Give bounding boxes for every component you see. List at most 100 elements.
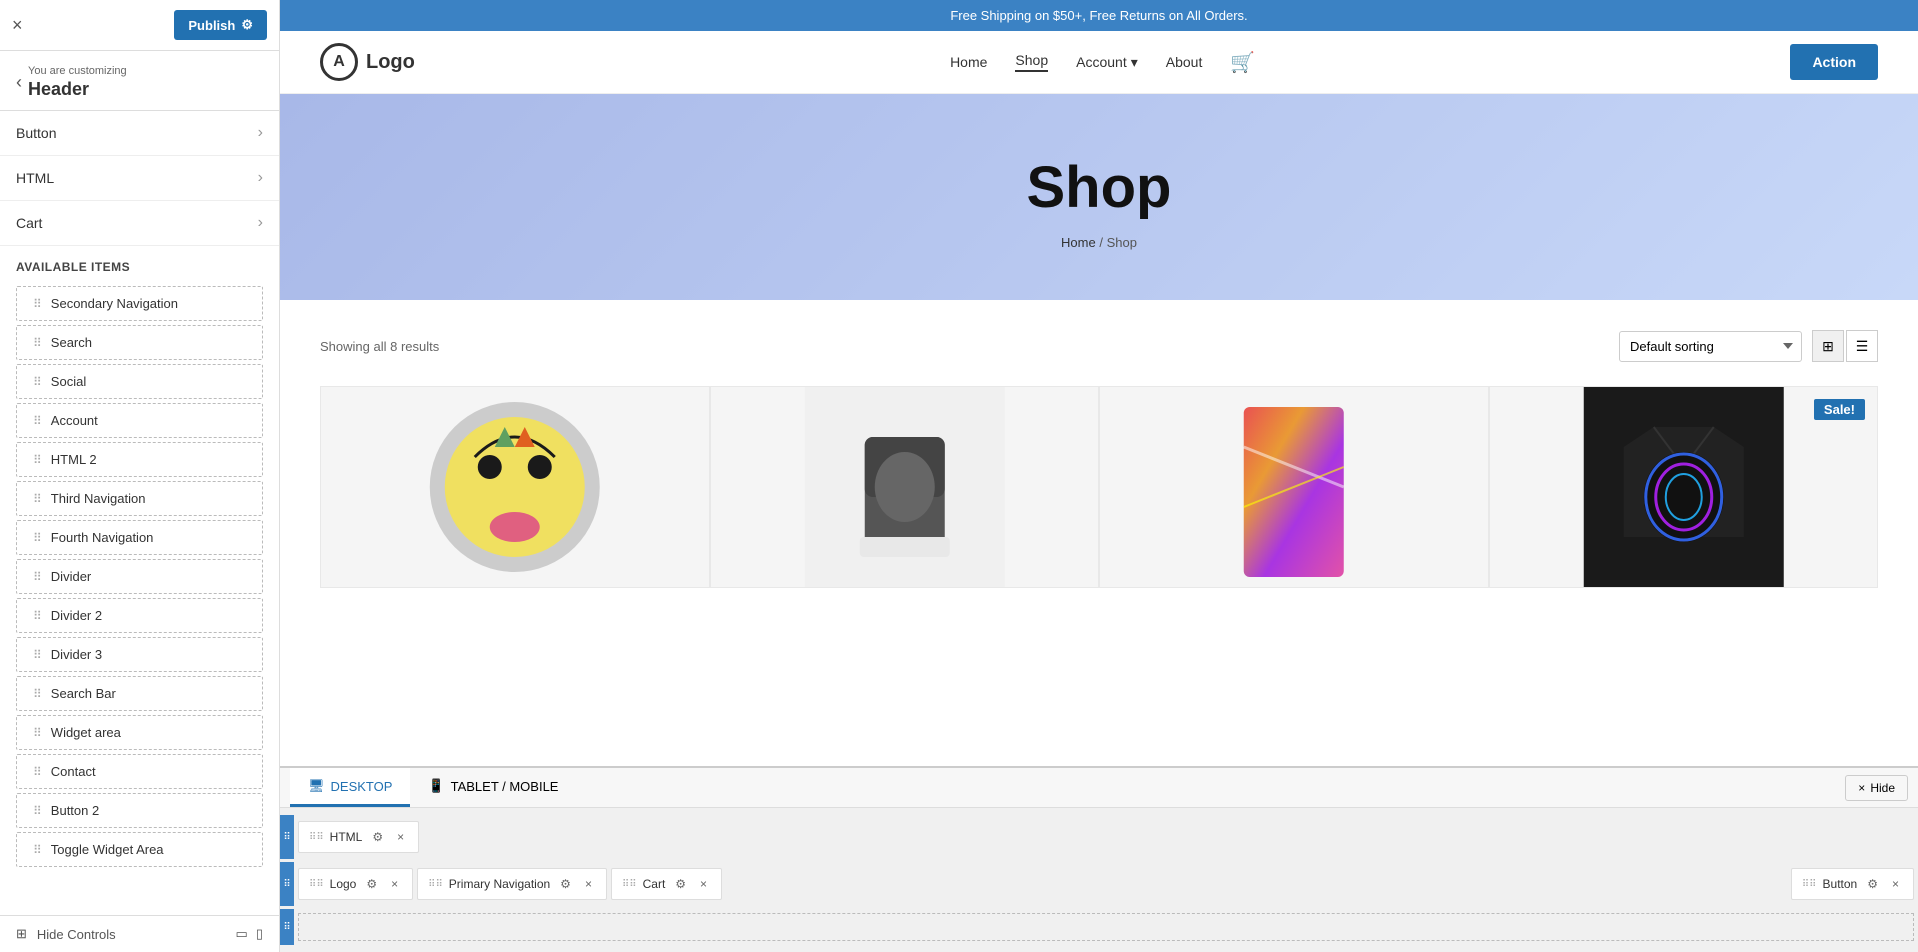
- builder-row-1: ⠿ ⠿⠿ HTML ⚙ ×: [280, 815, 1918, 859]
- product-grid: Sale!: [320, 386, 1878, 588]
- chevron-right-icon: ›: [258, 214, 263, 232]
- drag-handle-icon: ⠿: [33, 492, 43, 506]
- sort-select[interactable]: Default sorting Sort by popularity Sort …: [1619, 331, 1802, 362]
- drag-item-social[interactable]: ⠿Social: [16, 364, 263, 399]
- panel-row-cart[interactable]: Cart ›: [0, 201, 279, 246]
- drag-item-divider[interactable]: ⠿Divider: [16, 559, 263, 594]
- hide-controls-label: Hide Controls: [37, 927, 116, 942]
- row-1-items: ⠿⠿ HTML ⚙ ×: [294, 817, 1918, 857]
- announcement-text: Free Shipping on $50+, Free Returns on A…: [950, 8, 1247, 23]
- panel-sections: Button › HTML › Cart ›: [0, 111, 279, 246]
- shop-title: Shop: [300, 154, 1898, 221]
- drag-item-third-nav[interactable]: ⠿Third Navigation: [16, 481, 263, 516]
- dropdown-arrow-icon: ▾: [1131, 54, 1138, 71]
- nav-item-about[interactable]: About: [1166, 54, 1203, 70]
- logo-remove-button[interactable]: ×: [387, 875, 402, 893]
- customizing-section: ‹ You are customizing Header: [0, 51, 279, 111]
- primary-nav-settings-button[interactable]: ⚙: [556, 875, 575, 893]
- tabs-bar: 🖥 DESKTOP 📱 TABLET / MOBILE × Hide: [280, 768, 1918, 808]
- button-remove-button[interactable]: ×: [1888, 875, 1903, 893]
- row-right-section: ⠿⠿ Button ⚙ ×: [1791, 868, 1914, 900]
- builder-item-logo: ⠿⠿ Logo ⚙ ×: [298, 868, 413, 900]
- drag-item-secondary-nav[interactable]: ⠿Secondary Navigation: [16, 286, 263, 321]
- logo-settings-button[interactable]: ⚙: [362, 875, 381, 893]
- cart-remove-button[interactable]: ×: [696, 875, 711, 893]
- hide-controls-bar[interactable]: ⊞ Hide Controls ▭ ▯: [0, 915, 279, 952]
- main-nav: Home Shop Account ▾ About 🛒: [950, 50, 1255, 75]
- drag-item-toggle-widget[interactable]: ⠿Toggle Widget Area: [16, 832, 263, 867]
- drag-handle-icon: ⠿: [33, 453, 43, 467]
- drag-item-fourth-nav[interactable]: ⠿Fourth Navigation: [16, 520, 263, 555]
- product-image-3: [1100, 387, 1488, 587]
- panel-row-label: HTML: [16, 170, 54, 186]
- html-settings-button[interactable]: ⚙: [368, 828, 387, 846]
- product-card-1[interactable]: [320, 386, 710, 588]
- header-right: Action: [1790, 44, 1878, 80]
- product-card-2[interactable]: [710, 386, 1100, 588]
- drag-item-divider2[interactable]: ⠿Divider 2: [16, 598, 263, 633]
- panel-row-html[interactable]: HTML ›: [0, 156, 279, 201]
- back-button[interactable]: ‹: [16, 72, 22, 93]
- row-handle-1[interactable]: ⠿: [280, 815, 294, 859]
- row-handle-3[interactable]: ⠿: [280, 909, 294, 945]
- nav-item-home[interactable]: Home: [950, 54, 987, 70]
- drag-item-divider3[interactable]: ⠿Divider 3: [16, 637, 263, 672]
- nav-item-shop[interactable]: Shop: [1015, 52, 1048, 72]
- cart-settings-button[interactable]: ⚙: [671, 875, 690, 893]
- item-drag-icon: ⠿⠿: [1802, 879, 1817, 890]
- publish-label: Publish: [188, 18, 235, 33]
- shop-hero: Shop Home / Shop: [280, 94, 1918, 300]
- breadcrumb-current: Shop: [1107, 235, 1137, 250]
- builder-row-2: ⠿ ⠿⠿ Logo ⚙ × ⠿⠿ Primary Navigation ⚙ × …: [280, 862, 1918, 906]
- panel-row-button[interactable]: Button ›: [0, 111, 279, 156]
- item-drag-icon: ⠿⠿: [309, 832, 324, 843]
- tablet-icon: ▭: [236, 926, 248, 942]
- breadcrumb-home-link[interactable]: Home: [1061, 235, 1096, 250]
- drag-handle-icon: ⠿: [33, 414, 43, 428]
- drag-item-account[interactable]: ⠿Account: [16, 403, 263, 438]
- product-card-3[interactable]: [1099, 386, 1489, 588]
- tab-desktop[interactable]: 🖥 DESKTOP: [290, 768, 410, 807]
- list-view-button[interactable]: ☰: [1846, 330, 1878, 362]
- customizing-label: You are customizing: [28, 65, 127, 77]
- chevron-right-icon: ›: [258, 124, 263, 142]
- item-drag-icon: ⠿⠿: [622, 879, 637, 890]
- product-image-2: [711, 387, 1099, 587]
- drag-item-button2[interactable]: ⠿Button 2: [16, 793, 263, 828]
- close-button[interactable]: ×: [12, 16, 23, 34]
- logo-text: Logo: [366, 51, 415, 74]
- product-card-4[interactable]: Sale!: [1489, 386, 1879, 588]
- drag-item-search-bar[interactable]: ⠿Search Bar: [16, 676, 263, 711]
- drag-item-html2[interactable]: ⠿HTML 2: [16, 442, 263, 477]
- drag-item-widget-area[interactable]: ⠿Widget area: [16, 715, 263, 750]
- drag-handle-icon: ⠿: [33, 843, 43, 857]
- hide-controls-icons-extra: ▭ ▯: [236, 926, 263, 942]
- item-drag-icon: ⠿⠿: [428, 879, 443, 890]
- drag-handle-icon: ⠿: [33, 570, 43, 584]
- sort-area: Default sorting Sort by popularity Sort …: [1619, 330, 1878, 362]
- drag-item-contact[interactable]: ⠿Contact: [16, 754, 263, 789]
- mobile-icon: ▯: [256, 926, 263, 942]
- button-settings-button[interactable]: ⚙: [1863, 875, 1882, 893]
- drag-item-search[interactable]: ⠿Search: [16, 325, 263, 360]
- customizer-panel: × Publish ⚙ ‹ You are customizing Header…: [0, 0, 280, 952]
- cart-icon[interactable]: 🛒: [1230, 50, 1255, 75]
- primary-nav-remove-button[interactable]: ×: [581, 875, 596, 893]
- grid-view-button[interactable]: ⊞: [1812, 330, 1844, 362]
- builder-item-cart: ⠿⠿ Cart ⚙ ×: [611, 868, 722, 900]
- publish-button[interactable]: Publish ⚙: [174, 10, 267, 40]
- drag-handle-icon: ⠿: [33, 687, 43, 701]
- nav-item-account[interactable]: Account ▾: [1076, 54, 1138, 71]
- empty-drop-zone[interactable]: [298, 913, 1914, 941]
- announcement-bar: Free Shipping on $50+, Free Returns on A…: [280, 0, 1918, 31]
- available-items-label: Available Items: [0, 246, 279, 282]
- hide-button[interactable]: × Hide: [1845, 775, 1908, 801]
- logo-circle: A: [320, 43, 358, 81]
- product-image-1: [321, 387, 709, 587]
- html-remove-button[interactable]: ×: [393, 828, 408, 846]
- builder-rows: ⠿ ⠿⠿ HTML ⚙ × ⠿ ⠿⠿ Logo ⚙ ×: [280, 808, 1918, 952]
- site-header: A Logo Home Shop Account ▾ About 🛒 Actio…: [280, 31, 1918, 94]
- row-handle-2[interactable]: ⠿: [280, 862, 294, 906]
- tab-tablet-mobile[interactable]: 📱 TABLET / MOBILE: [410, 768, 576, 807]
- action-button[interactable]: Action: [1790, 44, 1878, 80]
